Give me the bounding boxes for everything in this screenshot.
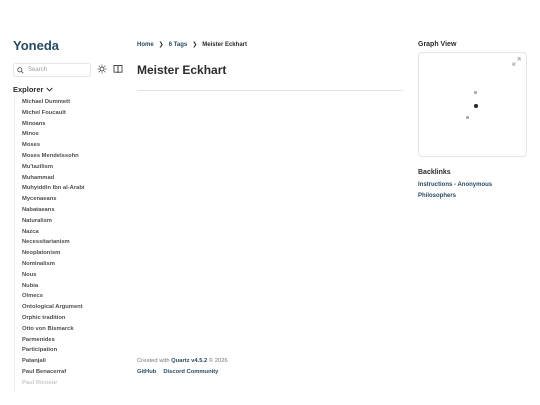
graph-node[interactable] (466, 116, 469, 119)
explorer-title: Explorer (13, 85, 44, 94)
backlinks-title: Backlinks (418, 169, 451, 176)
graph-view[interactable] (418, 52, 527, 157)
explorer-item[interactable]: Nubia (15, 281, 119, 292)
explorer-item[interactable]: Naturalism (15, 216, 119, 227)
explorer-list: Michael Dummett Michel Foucault Minoans … (14, 97, 119, 392)
explorer-item[interactable]: Michael Dummett (15, 97, 119, 108)
chevron-down-icon (46, 87, 54, 92)
explorer-item[interactable]: Participation (15, 345, 119, 356)
explorer-item[interactable]: Nazca (15, 227, 119, 238)
main-content: Home ❯ 6 Tags ❯ Meister Eckhart Meister … (137, 0, 403, 405)
explorer-item[interactable]: Olmecs (15, 291, 119, 302)
breadcrumb-current: Meister Eckhart (202, 41, 247, 48)
explorer-item[interactable]: Mycenaeans (15, 194, 119, 205)
explorer-item[interactable]: Patanjali (15, 356, 119, 367)
explorer-item[interactable]: Otto von Bismarck (15, 324, 119, 335)
graph-node-current[interactable] (474, 104, 478, 108)
explorer-item[interactable]: Michel Foucault (15, 108, 119, 119)
explorer-toggle[interactable]: Explorer (13, 85, 54, 94)
page-title: Meister Eckhart (137, 63, 227, 77)
breadcrumb-tags[interactable]: 6 Tags (169, 42, 188, 48)
explorer-item[interactable]: Paul Ricoeur (15, 378, 119, 389)
graph-node[interactable] (474, 91, 477, 94)
graph-view-title: Graph View (418, 41, 457, 48)
backlink-item[interactable]: Philosophers (418, 191, 492, 202)
explorer-item[interactable]: Paul Benacerraf (15, 367, 119, 378)
breadcrumb-home[interactable]: Home (137, 42, 154, 48)
divider (137, 90, 403, 91)
footer-links: GitHub Discord Community (137, 369, 225, 375)
quartz-link[interactable]: Quartz v4.5.2 (171, 358, 207, 364)
explorer-item[interactable]: Minos (15, 129, 119, 140)
search-input[interactable]: Search (13, 63, 91, 77)
search-icon (17, 66, 24, 74)
footer-credit: Created with Quartz v4.5.2 © 2026 (137, 358, 228, 364)
discord-link[interactable]: Discord Community (163, 369, 218, 375)
explorer-item[interactable]: Moses Mendelssohn (15, 151, 119, 162)
backlink-item[interactable]: Instructions - Anonymous (418, 180, 492, 191)
explorer-item[interactable]: Neoplatonism (15, 248, 119, 259)
explorer-item[interactable]: Parmenides (15, 335, 119, 346)
explorer-item[interactable]: Muhyiddin Ibn al-Arabi (15, 183, 119, 194)
right-sidebar: Graph View Backlinks Instructions - Anon… (418, 0, 528, 405)
explorer-item[interactable]: Nous (15, 270, 119, 281)
explorer-item[interactable]: Nominalism (15, 259, 119, 270)
footer-credit-prefix: Created with (137, 358, 170, 364)
sun-icon[interactable] (97, 64, 107, 74)
explorer-item[interactable]: Minoans (15, 119, 119, 130)
explorer-item[interactable]: Orphic tradition (15, 313, 119, 324)
expand-icon[interactable] (512, 57, 521, 66)
breadcrumb-separator: ❯ (158, 42, 164, 48)
explorer-item[interactable]: Muhammad (15, 173, 119, 184)
book-icon[interactable] (113, 64, 123, 74)
breadcrumb-separator: ❯ (192, 42, 198, 48)
backlinks-list: Instructions - Anonymous Philosophers (418, 180, 492, 202)
github-link[interactable]: GitHub (137, 369, 156, 375)
site-title[interactable]: Yoneda (13, 38, 59, 53)
search-placeholder: Search (28, 67, 48, 73)
explorer-item[interactable]: Mu'tazilism (15, 162, 119, 173)
explorer-item[interactable]: Ontological Argument (15, 302, 119, 313)
left-sidebar: Yoneda Search Explorer Michael Dummett M… (0, 0, 130, 405)
explorer-item[interactable]: Moses (15, 140, 119, 151)
footer-credit-suffix: © 2026 (208, 358, 228, 364)
breadcrumb: Home ❯ 6 Tags ❯ Meister Eckhart (137, 41, 247, 49)
explorer-item[interactable]: Necessitarianism (15, 237, 119, 248)
explorer-item[interactable]: Nabataeans (15, 205, 119, 216)
